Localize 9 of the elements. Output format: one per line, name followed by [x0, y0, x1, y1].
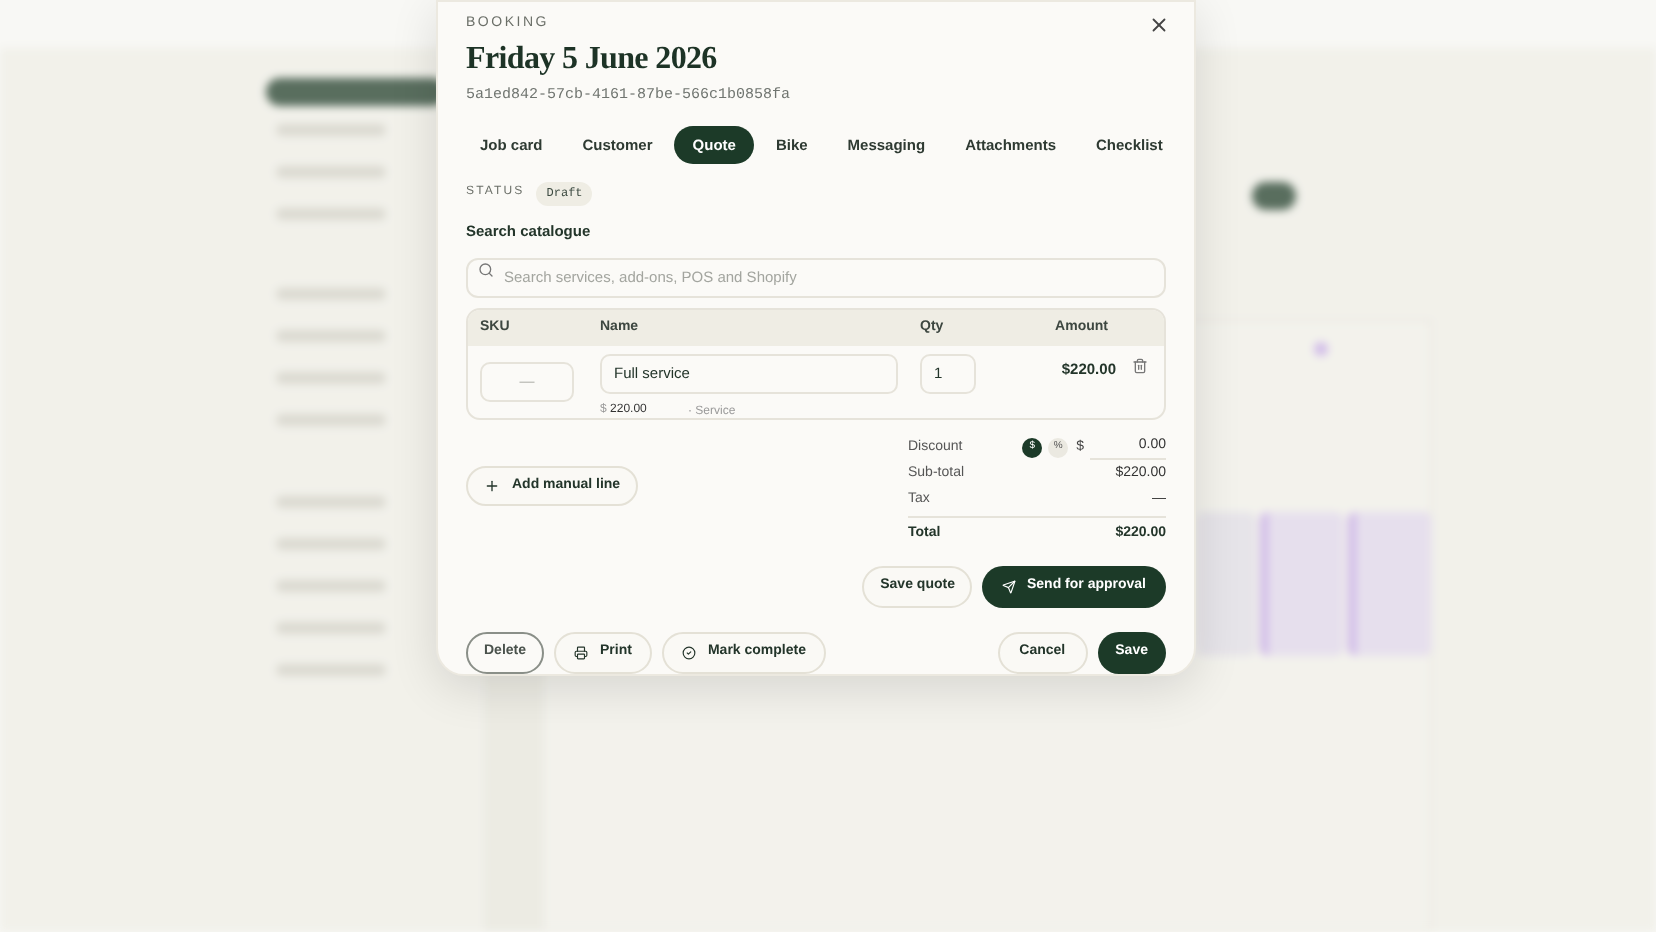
search-icon [478, 262, 494, 278]
plus-icon [484, 478, 500, 494]
trash-icon [1132, 358, 1148, 374]
dialog-title: Friday 5 June 2026 [466, 39, 719, 79]
check-circle-icon [681, 646, 696, 660]
send-icon [1002, 580, 1017, 594]
close-icon [1148, 14, 1170, 36]
printer-icon [574, 646, 589, 660]
delete-line-button[interactable] [1132, 358, 1148, 374]
